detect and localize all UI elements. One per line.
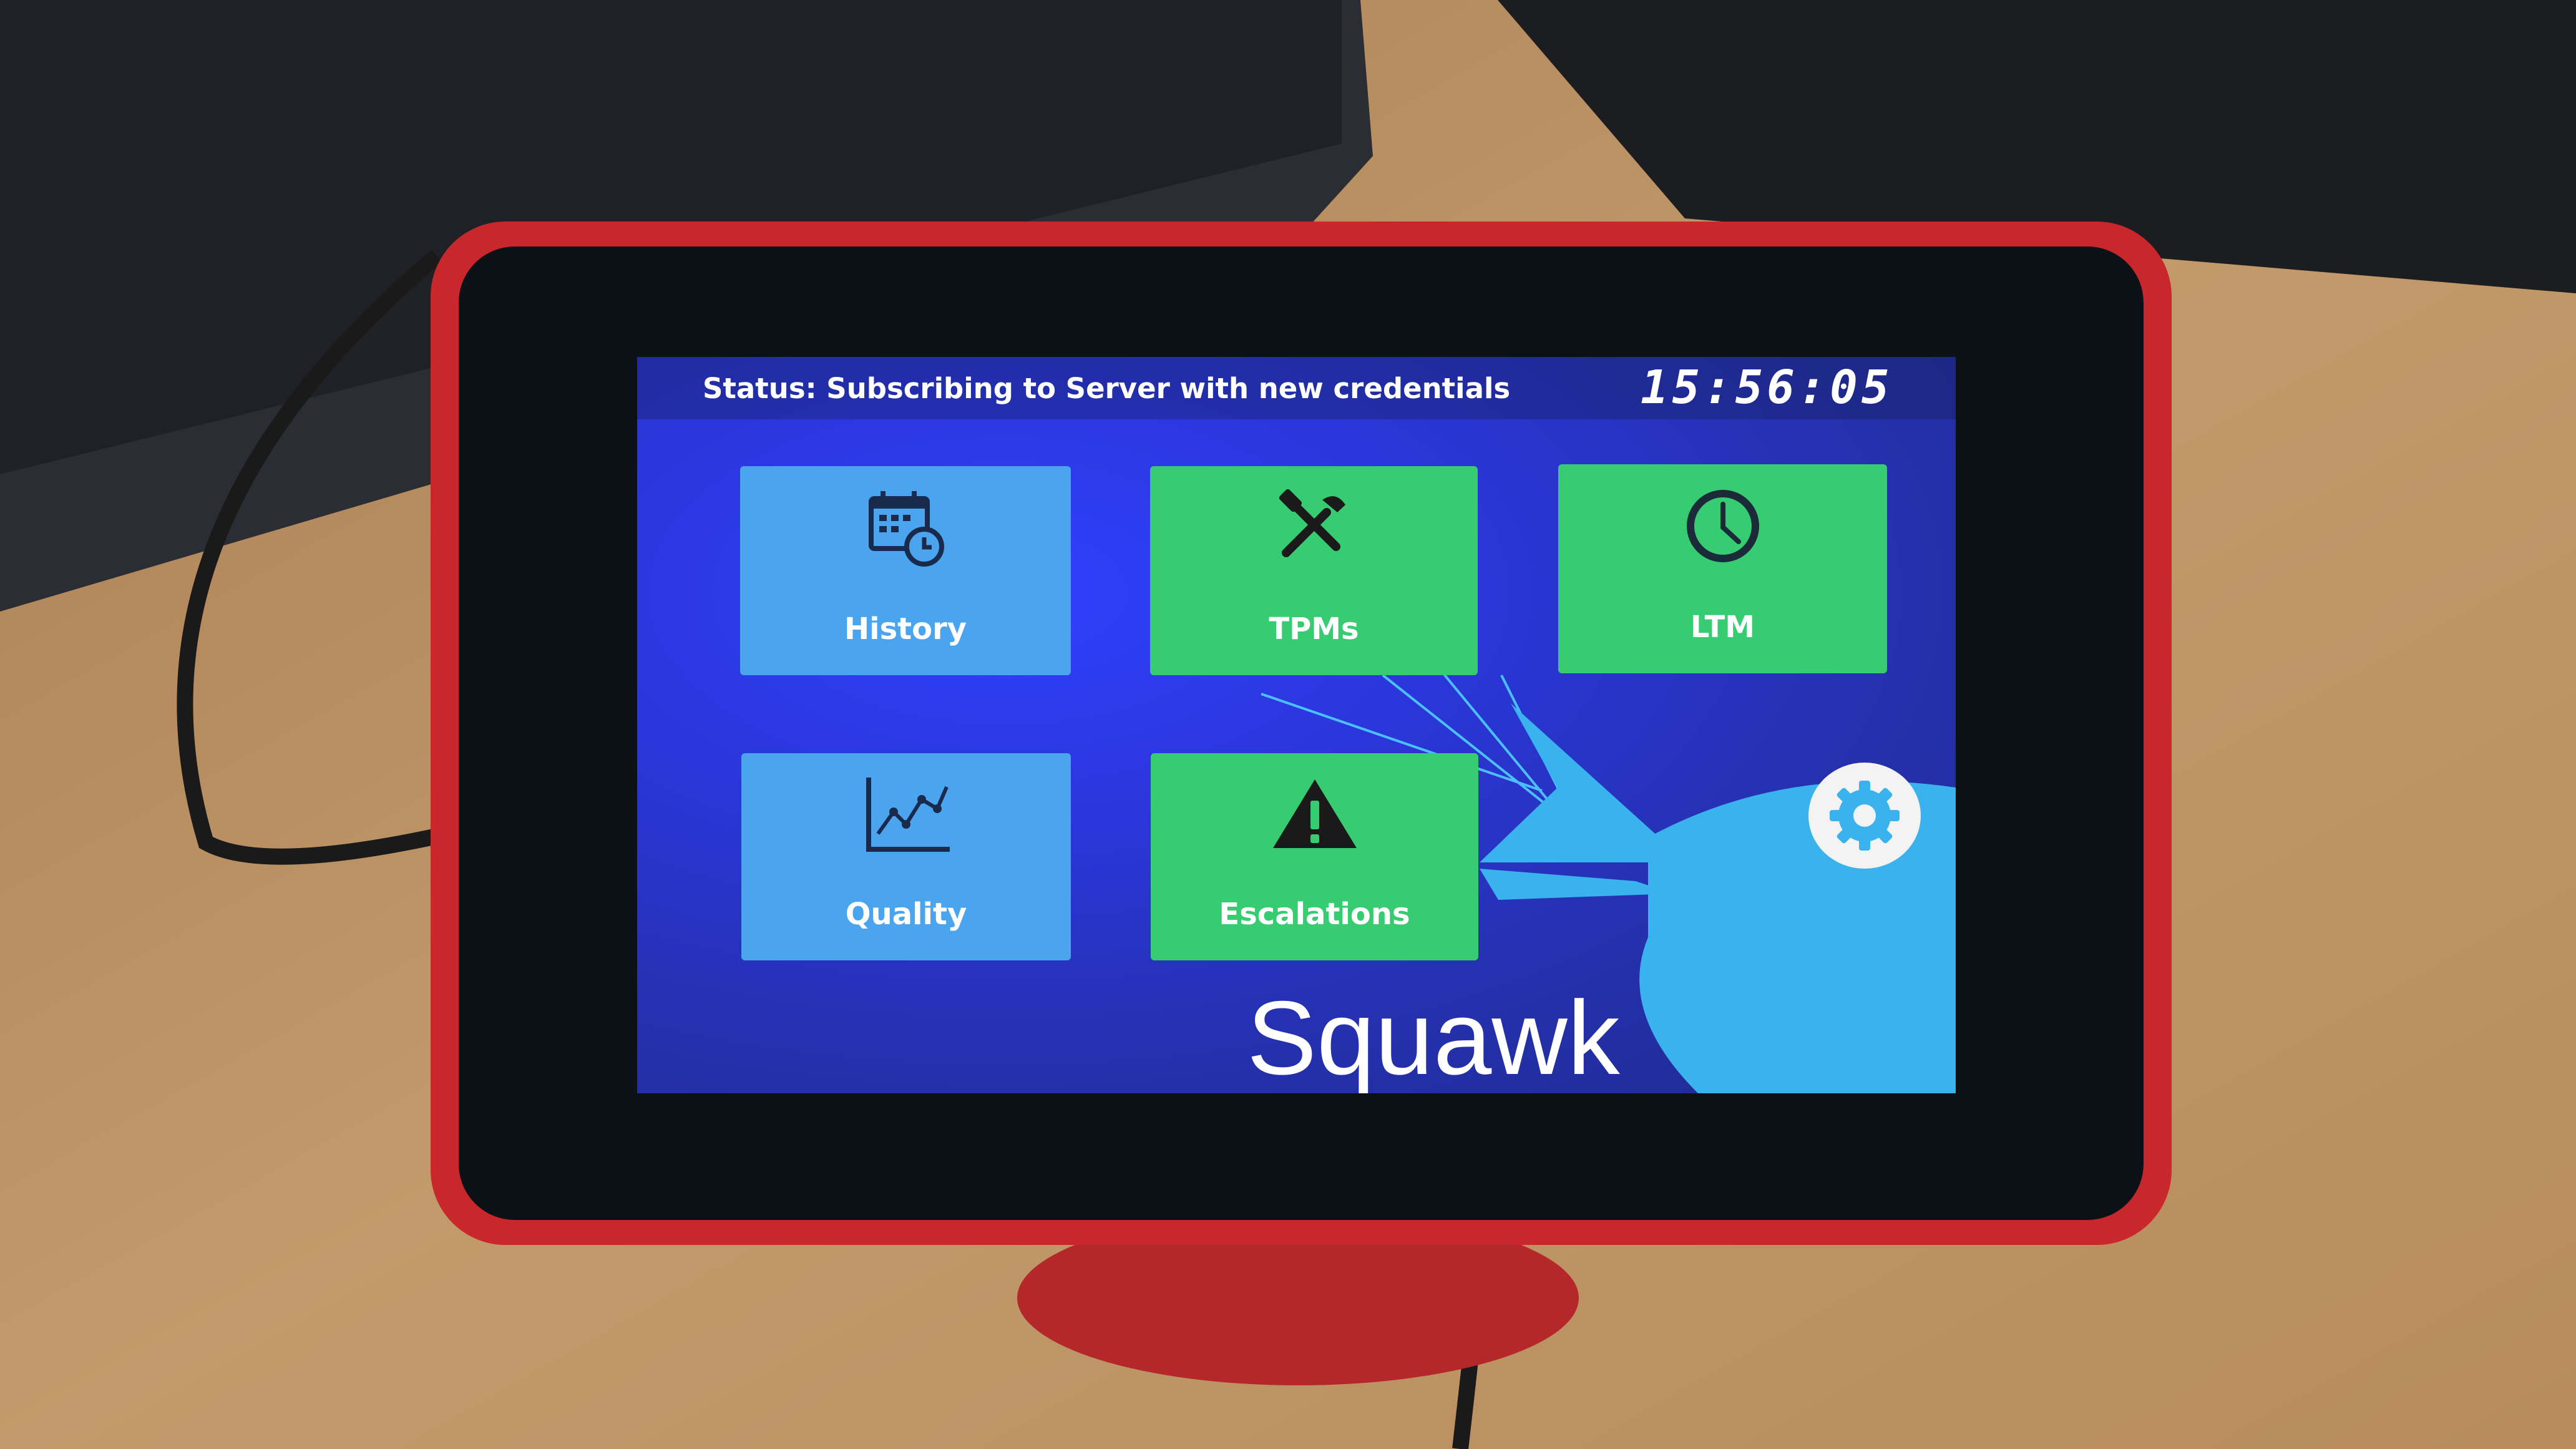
status-text: Status: Subscribing to Server with new c…	[703, 372, 1511, 405]
device-photo-scene: Status: Subscribing to Server with new c…	[0, 0, 2576, 1449]
quality-tile[interactable]: Quality	[741, 753, 1071, 960]
ltm-label: LTM	[1690, 610, 1755, 645]
clock-display: 15:56:05	[1641, 361, 1893, 414]
gear-icon	[1830, 781, 1900, 851]
history-label: History	[844, 612, 967, 646]
tpms-label: TPMs	[1269, 612, 1359, 646]
status-bar: Status: Subscribing to Server with new c…	[637, 357, 1956, 419]
calendar-clock-icon	[869, 491, 944, 567]
brand-wordmark: Squawk	[1247, 979, 1620, 1093]
escalations-label: Escalations	[1219, 897, 1410, 932]
warning-icon	[1272, 779, 1357, 848]
history-tile[interactable]: History	[740, 466, 1071, 675]
tpms-tile[interactable]: TPMs	[1150, 466, 1478, 675]
line-chart-icon	[866, 778, 950, 852]
tools-icon	[1279, 489, 1345, 557]
quality-label: Quality	[845, 897, 967, 932]
app-screen: Status: Subscribing to Server with new c…	[637, 357, 1956, 1093]
escalations-tile[interactable]: Escalations	[1151, 753, 1478, 960]
clock-icon	[1686, 490, 1759, 562]
ltm-tile[interactable]: LTM	[1558, 464, 1887, 673]
settings-button[interactable]	[1808, 763, 1921, 869]
